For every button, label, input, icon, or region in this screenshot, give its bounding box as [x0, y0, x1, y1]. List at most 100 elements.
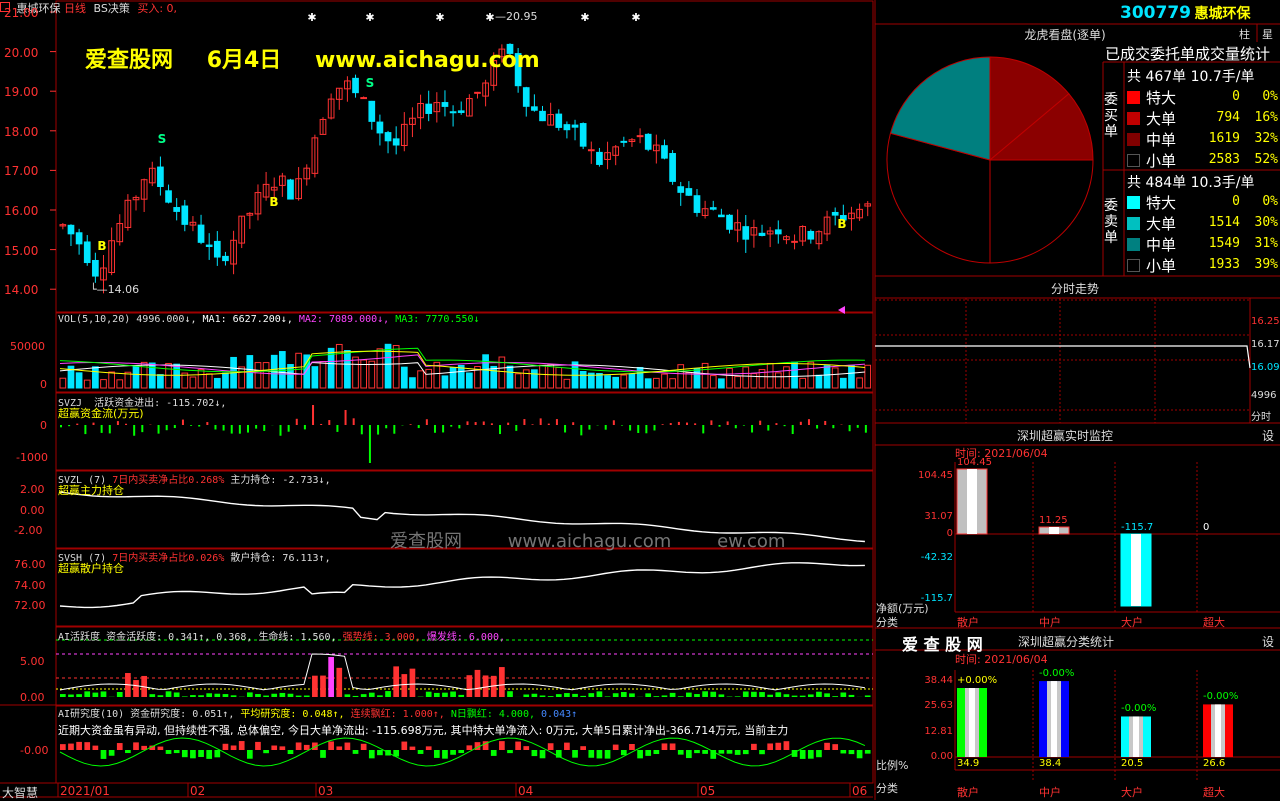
svzj-bar: [320, 424, 322, 425]
pie-slice-0: [990, 57, 1069, 160]
candle-body: [710, 208, 716, 210]
strategy-label[interactable]: BS决策: [94, 2, 130, 15]
research-bar: [60, 744, 66, 750]
research-bar: [190, 750, 196, 758]
buy-row-name-1: 大单: [1146, 108, 1176, 129]
research-bar: [214, 750, 220, 757]
monitor-bar-highlight-1: [1049, 527, 1059, 534]
ai-bar: [320, 676, 326, 697]
research-bar: [662, 743, 668, 750]
ai-activity-line: [60, 654, 865, 690]
volume-bar: [523, 370, 529, 388]
volume-bar: [678, 365, 684, 388]
ai-bar: [572, 694, 578, 697]
svzj-bar: [304, 425, 306, 429]
intraday-axis-0: 16.25: [1251, 316, 1280, 327]
research-bar: [645, 750, 651, 756]
sell-row-count-3: 1933: [1190, 257, 1240, 272]
monitor-settings-button[interactable]: 设: [1262, 427, 1274, 444]
svzj-bar: [353, 418, 355, 425]
svzl-axis-neg2: -2.00: [14, 524, 42, 537]
svzj-bar: [808, 419, 810, 425]
column-toggle-button[interactable]: 柱: [1239, 26, 1250, 42]
star-marker: ✱: [485, 11, 494, 24]
ai-bar: [206, 693, 212, 697]
svzj-bar: [312, 405, 314, 425]
candle-body: [637, 136, 643, 137]
ai-bar: [865, 695, 871, 697]
ai-strong: 强势线: 3.000,: [343, 632, 421, 643]
ai-bar: [68, 695, 74, 697]
low-price-label: └—14.06: [90, 283, 139, 296]
ai-bar: [475, 670, 481, 697]
buy-row-swatch-1: [1127, 112, 1140, 125]
volume-bar: [800, 378, 806, 388]
volume-bar: [792, 362, 798, 388]
candle-body: [385, 133, 391, 141]
period-label[interactable]: 日线: [64, 2, 86, 15]
candle-body: [572, 125, 578, 127]
research-bar: [572, 750, 578, 758]
candle-body: [475, 92, 481, 93]
research-bar: [840, 750, 846, 753]
ai-bar: [442, 693, 448, 697]
star-marker: ✱: [365, 11, 374, 24]
price-tick-6: 15.00: [4, 244, 38, 258]
ai-bar: [564, 693, 570, 697]
ai-bar: [556, 694, 562, 697]
buy-row-count-3: 2583: [1190, 152, 1240, 167]
research-bar: [377, 750, 383, 755]
volume-bar: [174, 364, 180, 388]
svzj-bar: [84, 425, 86, 434]
ai-bar: [255, 694, 261, 697]
monitor-axis-3: -42.32: [905, 552, 953, 563]
high-price-label: —20.95: [495, 10, 538, 23]
sell-signal: S: [366, 76, 375, 90]
candle-body: [564, 125, 570, 130]
vol-value: 4996.000↓,: [136, 314, 196, 325]
watermark-url: www.aichagu.com: [315, 48, 540, 73]
research-bar: [247, 750, 253, 759]
class-ratio-1: 38.4: [1039, 758, 1061, 769]
svzj-bar: [361, 425, 363, 434]
faint-watermark: 爱查股网 www.aichagu.com ew.com: [390, 527, 785, 553]
research-bar: [418, 750, 424, 754]
volume-bar: [133, 366, 139, 388]
svsh-axis-76: 76.00: [14, 558, 46, 571]
research-label: AI研究度(10): [58, 709, 124, 720]
svzj-bar: [686, 423, 688, 425]
class-settings-button[interactable]: 设: [1262, 633, 1274, 650]
ai-bar: [166, 691, 172, 697]
research-bar: [784, 741, 790, 750]
volume-bar: [239, 367, 245, 388]
ai-bar: [621, 692, 627, 697]
research-bar: [507, 750, 513, 753]
volume-bar: [263, 363, 269, 388]
vol-ma3: MA3: 7770.550↓: [395, 314, 479, 325]
volume-bar: [483, 355, 489, 388]
research-val: 0.043↑: [541, 709, 577, 720]
brand-label: 大智慧: [2, 784, 38, 801]
volume-bar: [280, 352, 286, 388]
svzj-bar: [580, 425, 582, 435]
vol-ma1: MA1: 6627.200↓,: [203, 314, 293, 325]
svzj-bar: [670, 423, 672, 425]
research-bar: [588, 750, 594, 758]
research-bar: [767, 743, 773, 750]
sell-row-swatch-1: [1127, 217, 1140, 230]
faint-watermark-url: www.aichagu.com: [508, 531, 672, 552]
svzj-bar: [832, 425, 834, 428]
research-bar: [621, 750, 627, 755]
research-bar: [182, 750, 188, 757]
ai-bar: [458, 695, 464, 697]
class-bar-3: [1203, 704, 1233, 757]
volume-bar: [467, 373, 473, 388]
ai-bar: [377, 695, 383, 697]
star-button[interactable]: 星: [1262, 26, 1273, 42]
intraday-title[interactable]: 分时走势: [1010, 280, 1140, 297]
volume-bar: [605, 376, 611, 388]
price-tick-2: 19.00: [4, 85, 38, 99]
class-bar-highlight-3: [1215, 704, 1221, 757]
svzj-bar: [255, 425, 257, 429]
candle-body: [369, 101, 375, 121]
